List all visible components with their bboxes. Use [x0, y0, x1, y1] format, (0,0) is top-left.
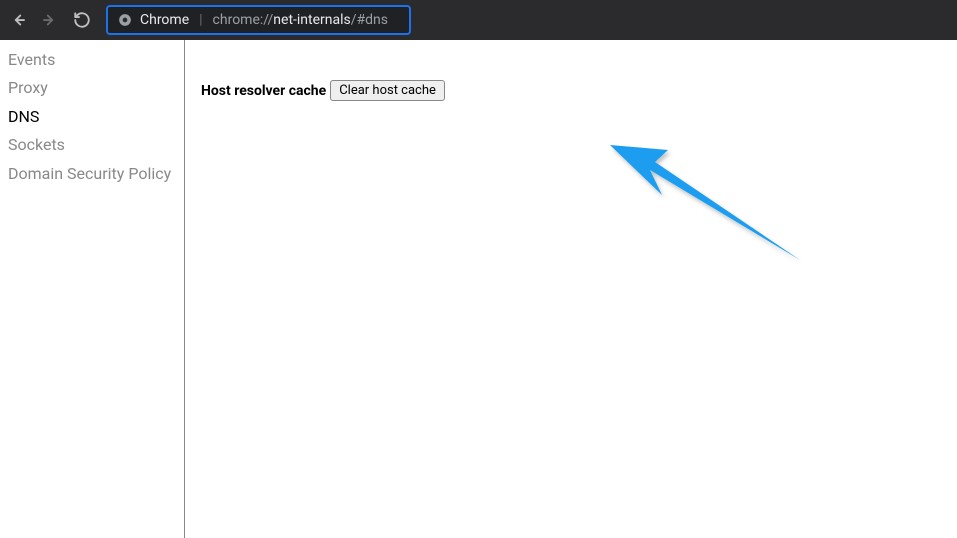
sidebar-item-proxy[interactable]: Proxy	[0, 74, 184, 102]
url-text: chrome://net-internals/#dns	[213, 12, 388, 28]
sidebar: Events Proxy DNS Sockets Domain Security…	[0, 40, 185, 538]
sidebar-item-dns[interactable]: DNS	[0, 103, 184, 131]
sidebar-item-domain-security-policy[interactable]: Domain Security Policy	[0, 160, 184, 188]
browser-toolbar: Chrome | chrome://net-internals/#dns	[0, 0, 957, 40]
sidebar-item-sockets[interactable]: Sockets	[0, 131, 184, 159]
sidebar-item-events[interactable]: Events	[0, 46, 184, 74]
forward-icon[interactable]	[40, 10, 60, 30]
content-area: Events Proxy DNS Sockets Domain Security…	[0, 40, 957, 538]
annotation-arrow-icon	[600, 125, 810, 274]
address-bar[interactable]: Chrome | chrome://net-internals/#dns	[106, 5, 411, 35]
back-icon[interactable]	[8, 10, 28, 30]
clear-host-cache-button[interactable]: Clear host cache	[330, 80, 445, 101]
host-resolver-row: Host resolver cache Clear host cache	[201, 80, 957, 101]
section-label: Host resolver cache	[201, 83, 326, 99]
main-content: Host resolver cache Clear host cache	[185, 40, 957, 538]
url-divider: |	[199, 12, 202, 28]
chrome-logo-icon	[118, 13, 132, 27]
chrome-label: Chrome	[140, 12, 189, 28]
reload-icon[interactable]	[72, 10, 92, 30]
nav-buttons	[8, 10, 98, 30]
